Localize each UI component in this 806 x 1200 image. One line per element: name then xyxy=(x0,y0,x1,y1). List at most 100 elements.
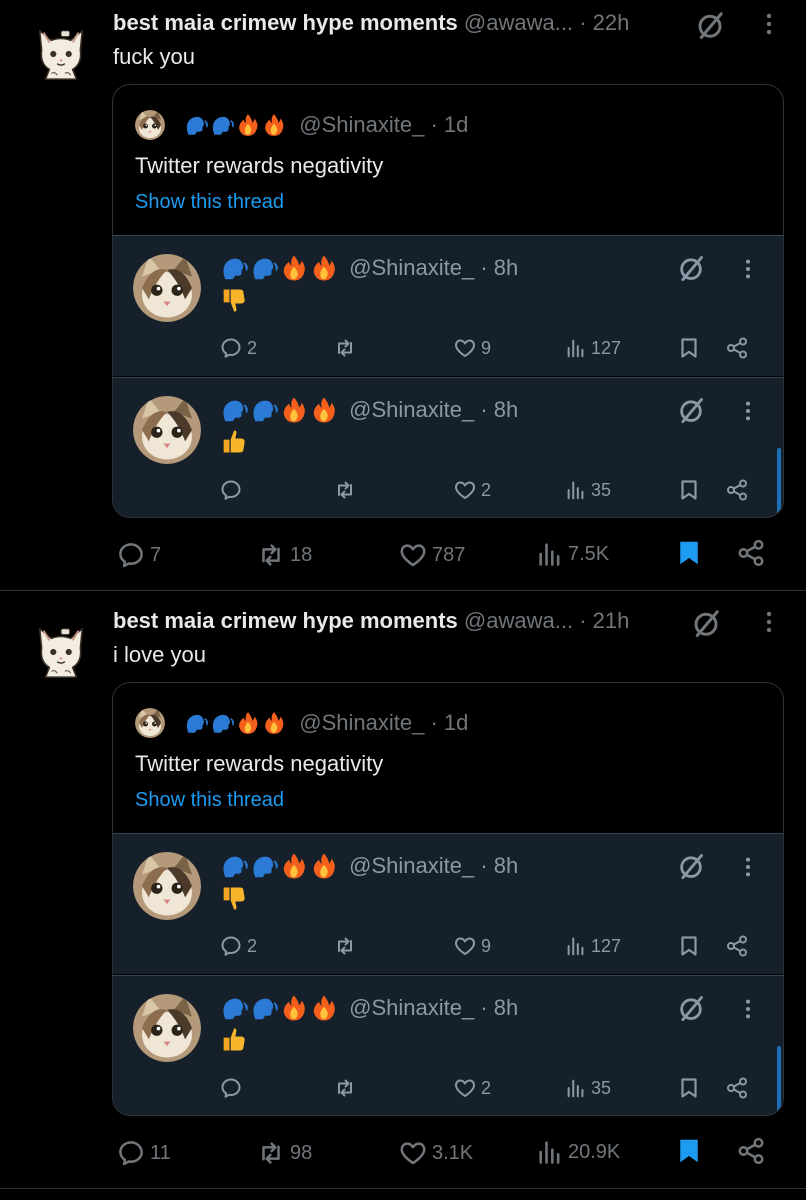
more-icon[interactable] xyxy=(757,12,781,36)
more-icon[interactable] xyxy=(737,856,759,878)
bookmark-icon[interactable] xyxy=(674,1136,704,1166)
share-icon[interactable] xyxy=(725,478,749,502)
speaking-head-icon xyxy=(183,710,209,736)
avatar[interactable] xyxy=(32,622,90,682)
reply-time[interactable]: · 8h xyxy=(480,397,518,422)
reply-handle[interactable]: @Shinaxite_ xyxy=(349,397,474,422)
speaking-head-icon xyxy=(249,395,279,425)
share-icon[interactable] xyxy=(736,1136,766,1166)
scrollbar[interactable] xyxy=(777,1046,781,1114)
fire-icon xyxy=(309,851,339,881)
more-icon[interactable] xyxy=(757,610,781,634)
share-icon[interactable] xyxy=(725,336,749,360)
bookmark-icon[interactable] xyxy=(677,934,701,958)
reply-avatar[interactable] xyxy=(133,852,201,920)
quote-avatar[interactable] xyxy=(135,708,165,738)
share-icon[interactable] xyxy=(725,934,749,958)
reply-handle[interactable]: @Shinaxite_ xyxy=(349,255,474,280)
scrollbar[interactable] xyxy=(777,448,781,516)
reply-count[interactable]: 11 xyxy=(116,1138,171,1168)
reply-item[interactable]: @Shinaxite_ · 8h 2 35 xyxy=(113,377,783,517)
quote-handle[interactable]: @Shinaxite_ xyxy=(299,112,424,137)
quote-time[interactable]: · 1d xyxy=(430,112,468,137)
bookmark-icon[interactable] xyxy=(677,1076,701,1100)
timestamp[interactable]: · 21h xyxy=(579,608,629,633)
reply-header: @Shinaxite_ · 8h xyxy=(219,252,518,282)
quoted-tweet[interactable]: @Shinaxite_ · 1d Twitter rewards negativ… xyxy=(112,84,784,518)
handle[interactable]: @awawa... xyxy=(464,10,573,35)
quote-handle[interactable]: @Shinaxite_ xyxy=(299,710,424,735)
like-count[interactable]: 787 xyxy=(398,540,465,570)
share-icon[interactable] xyxy=(725,1076,749,1100)
reply-avatar[interactable] xyxy=(133,994,201,1062)
grok-icon[interactable] xyxy=(677,852,705,880)
reply-handle[interactable]: @Shinaxite_ xyxy=(349,853,474,878)
grok-icon[interactable] xyxy=(677,994,705,1022)
like-count[interactable]: 9 xyxy=(453,336,491,360)
tweet-text: i love you xyxy=(113,642,206,667)
bookmark-icon[interactable] xyxy=(677,336,701,360)
like-count[interactable]: 2 xyxy=(453,478,491,502)
retweet-count[interactable] xyxy=(333,478,361,502)
view-count[interactable]: 20.9K xyxy=(536,1138,620,1166)
tweet-text: fuck you xyxy=(113,44,195,69)
reply-count[interactable]: 7 xyxy=(116,540,161,570)
display-name[interactable]: best maia crimew hype moments xyxy=(113,10,458,35)
view-count[interactable]: 35 xyxy=(565,1076,611,1100)
thumbs-up-icon xyxy=(219,428,247,456)
grok-icon[interactable] xyxy=(695,10,725,40)
fire-icon xyxy=(279,993,309,1023)
reply-item[interactable]: @Shinaxite_ · 8h 2 9 127 xyxy=(113,833,783,974)
quote-time[interactable]: · 1d xyxy=(430,710,468,735)
display-name[interactable]: best maia crimew hype moments xyxy=(113,608,458,633)
reply-handle[interactable]: @Shinaxite_ xyxy=(349,995,474,1020)
reply-count[interactable] xyxy=(219,1076,247,1100)
view-count[interactable]: 7.5K xyxy=(536,540,609,568)
timestamp[interactable]: · 22h xyxy=(579,10,629,35)
like-count[interactable]: 9 xyxy=(453,934,491,958)
reply-count[interactable] xyxy=(219,478,247,502)
more-icon[interactable] xyxy=(737,998,759,1020)
reply-avatar[interactable] xyxy=(133,396,201,464)
handle[interactable]: @awawa... xyxy=(464,608,573,633)
quote-header: @Shinaxite_ · 1d xyxy=(135,707,468,737)
reply-count[interactable]: 2 xyxy=(219,934,257,958)
retweet-count[interactable]: 98 xyxy=(256,1138,312,1168)
tweet[interactable]: best maia crimew hype moments @awawa... … xyxy=(0,0,806,590)
reply-count[interactable]: 2 xyxy=(219,336,257,360)
bookmark-icon[interactable] xyxy=(677,478,701,502)
retweet-count[interactable]: 18 xyxy=(256,540,312,570)
view-count-value: 35 xyxy=(591,1078,612,1098)
grok-icon[interactable] xyxy=(677,396,705,424)
retweet-count[interactable] xyxy=(333,934,361,958)
like-count-value: 9 xyxy=(481,338,492,358)
bookmark-icon[interactable] xyxy=(674,538,704,568)
retweet-count[interactable] xyxy=(333,1076,361,1100)
reply-time[interactable]: · 8h xyxy=(480,995,518,1020)
reply-avatar[interactable] xyxy=(133,254,201,322)
view-count[interactable]: 35 xyxy=(565,478,611,502)
quote-text: Twitter rewards negativity xyxy=(135,751,384,776)
retweet-count[interactable] xyxy=(333,336,361,360)
quote-avatar[interactable] xyxy=(135,110,165,140)
like-count[interactable]: 3.1K xyxy=(398,1138,473,1168)
show-thread-link[interactable]: Show this thread xyxy=(135,785,284,815)
reply-time[interactable]: · 8h xyxy=(480,853,518,878)
grok-icon[interactable] xyxy=(691,608,721,638)
reply-item[interactable]: @Shinaxite_ · 8h 2 9 127 xyxy=(113,235,783,376)
view-count-value: 35 xyxy=(591,480,612,500)
more-icon[interactable] xyxy=(737,400,759,422)
quoted-tweet[interactable]: @Shinaxite_ · 1d Twitter rewards negativ… xyxy=(112,682,784,1116)
tweet[interactable]: best maia crimew hype moments @awawa... … xyxy=(0,598,806,1188)
reply-item[interactable]: @Shinaxite_ · 8h 2 35 xyxy=(113,975,783,1115)
show-thread-link[interactable]: Show this thread xyxy=(135,187,284,217)
view-count[interactable]: 127 xyxy=(565,934,621,958)
reply-count-value: 2 xyxy=(247,338,258,358)
more-icon[interactable] xyxy=(737,258,759,280)
avatar[interactable] xyxy=(32,24,90,84)
share-icon[interactable] xyxy=(736,538,766,568)
grok-icon[interactable] xyxy=(677,254,705,282)
view-count[interactable]: 127 xyxy=(565,336,621,360)
like-count[interactable]: 2 xyxy=(453,1076,491,1100)
reply-time[interactable]: · 8h xyxy=(480,255,518,280)
